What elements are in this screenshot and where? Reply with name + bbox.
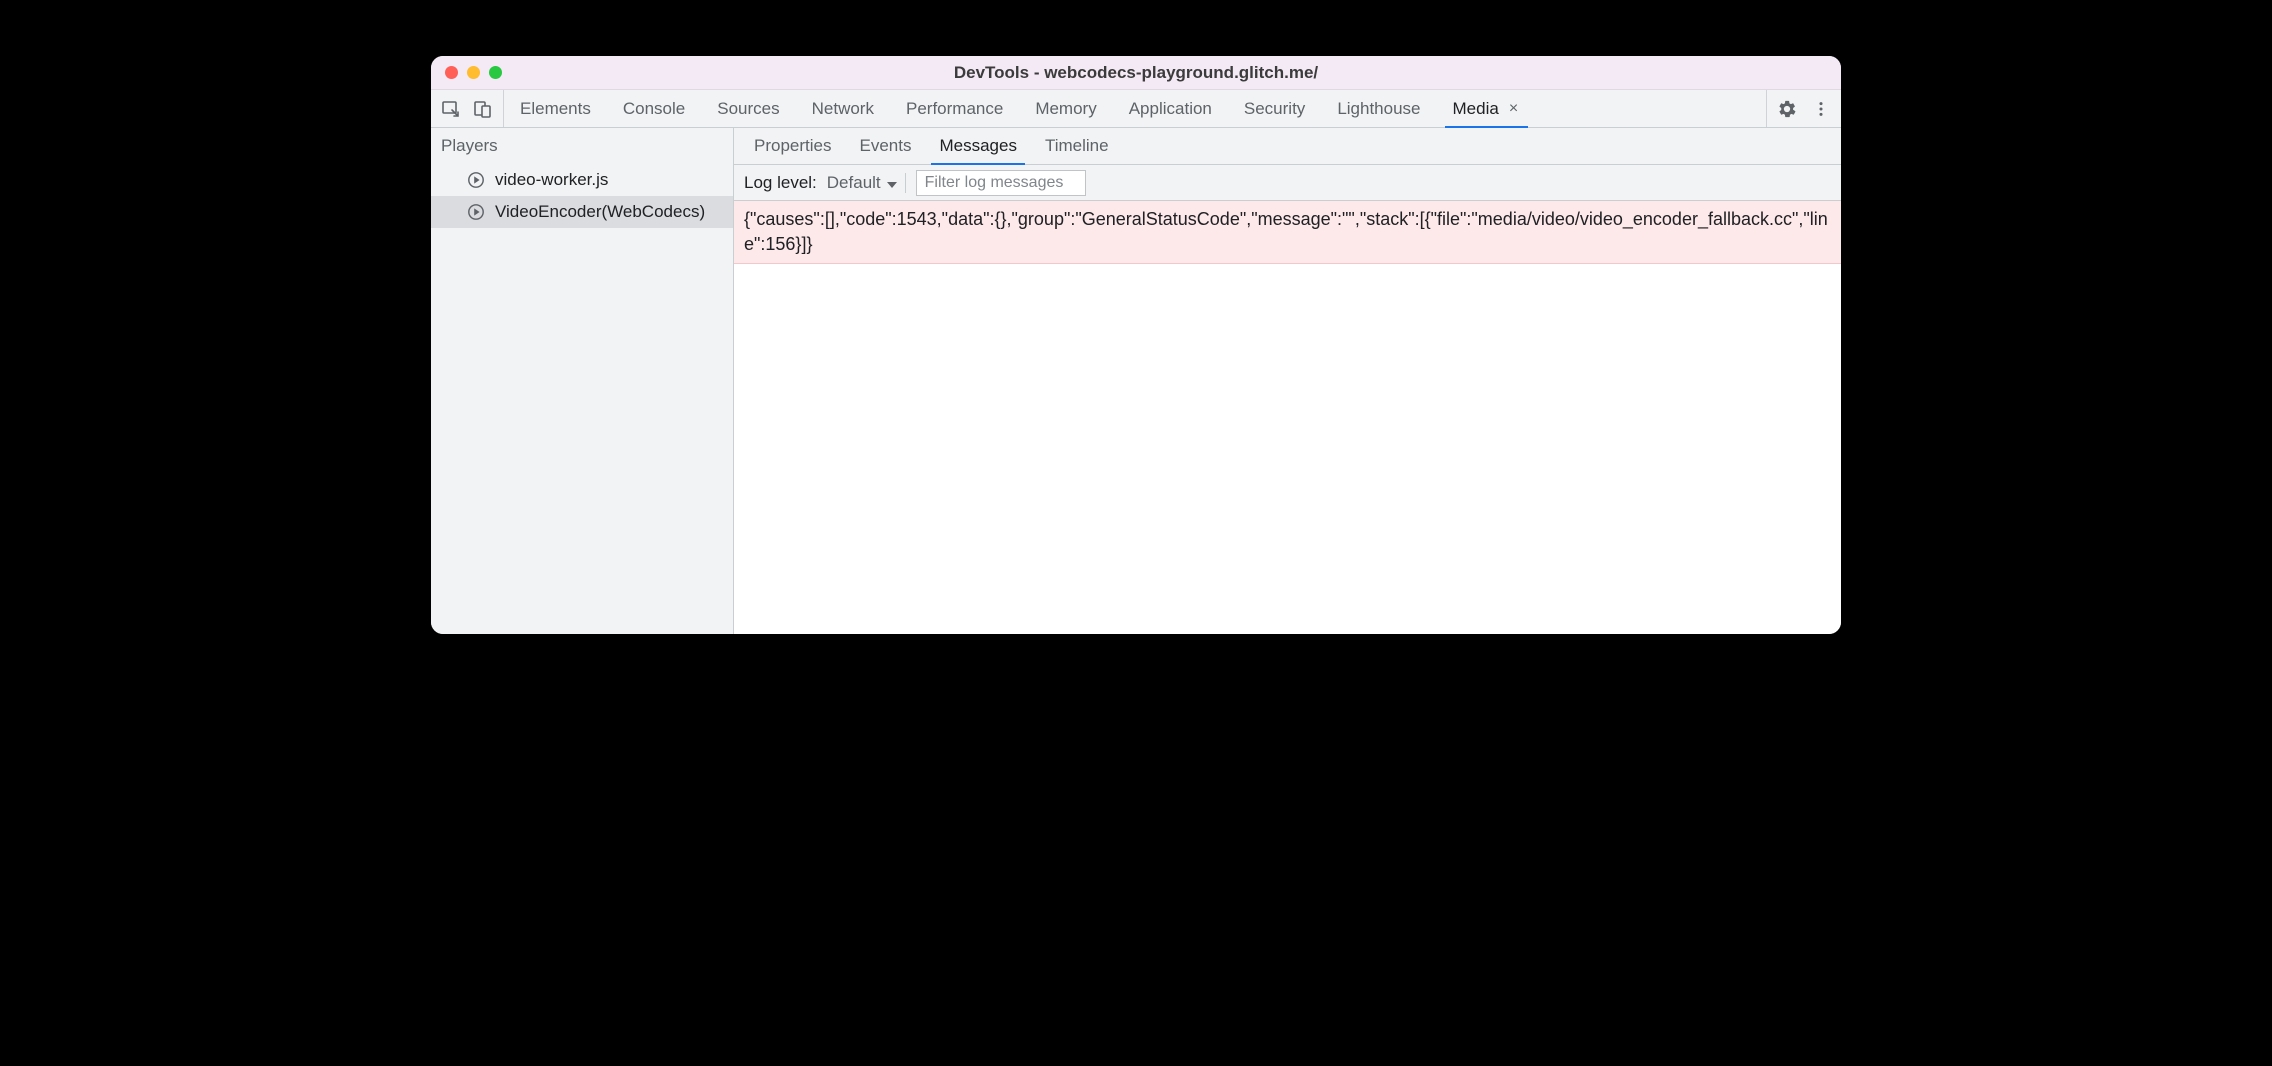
tab-application[interactable]: Application <box>1113 90 1228 127</box>
media-subtabs: PropertiesEventsMessagesTimeline <box>734 128 1841 165</box>
player-label: VideoEncoder(WebCodecs) <box>495 202 705 222</box>
tab-lighthouse[interactable]: Lighthouse <box>1321 90 1436 127</box>
loglevel-select[interactable]: Default <box>827 173 906 193</box>
tab-network[interactable]: Network <box>796 90 890 127</box>
tab-label: Sources <box>717 99 779 119</box>
players-sidebar: Players video-worker.js VideoEncoder(WebC… <box>431 128 734 634</box>
tab-label: Memory <box>1035 99 1096 119</box>
tab-label: Security <box>1244 99 1305 119</box>
body: Players video-worker.js VideoEncoder(WebC… <box>431 128 1841 634</box>
messages-list: {"causes":[],"code":1543,"data":{},"grou… <box>734 201 1841 634</box>
subtab-timeline[interactable]: Timeline <box>1031 128 1123 164</box>
zoom-window-button[interactable] <box>489 66 502 79</box>
chevron-down-icon <box>887 173 897 193</box>
close-window-button[interactable] <box>445 66 458 79</box>
players-header: Players <box>431 128 733 164</box>
subtab-properties[interactable]: Properties <box>740 128 845 164</box>
tab-console[interactable]: Console <box>607 90 701 127</box>
filter-bar: Log level: Default <box>734 165 1841 201</box>
main-panel: PropertiesEventsMessagesTimeline Log lev… <box>734 128 1841 634</box>
filter-input[interactable] <box>916 170 1086 196</box>
tab-memory[interactable]: Memory <box>1019 90 1112 127</box>
devtools-window: DevTools - webcodecs-playground.glitch.m… <box>431 56 1841 634</box>
main-tabs: Elements Console Sources Network Performance… <box>504 90 1766 127</box>
traffic-lights <box>445 66 502 79</box>
tab-sources[interactable]: Sources <box>701 90 795 127</box>
player-item[interactable]: VideoEncoder(WebCodecs) <box>431 196 733 228</box>
window-title: DevTools - webcodecs-playground.glitch.m… <box>431 63 1841 83</box>
tab-label: Console <box>623 99 685 119</box>
tab-elements[interactable]: Elements <box>504 90 607 127</box>
tab-security[interactable]: Security <box>1228 90 1321 127</box>
tab-label: Performance <box>906 99 1003 119</box>
more-options-icon[interactable] <box>1811 99 1831 119</box>
minimize-window-button[interactable] <box>467 66 480 79</box>
settings-icon[interactable] <box>1777 99 1797 119</box>
subtab-events[interactable]: Events <box>845 128 925 164</box>
device-toggle-icon[interactable] <box>473 99 493 119</box>
main-toolbar: Elements Console Sources Network Performance… <box>431 90 1841 128</box>
play-icon <box>467 171 485 189</box>
log-message[interactable]: {"causes":[],"code":1543,"data":{},"grou… <box>734 201 1841 264</box>
tab-label: Network <box>812 99 874 119</box>
tab-performance[interactable]: Performance <box>890 90 1019 127</box>
titlebar: DevTools - webcodecs-playground.glitch.m… <box>431 56 1841 90</box>
players-list: video-worker.js VideoEncoder(WebCodecs) <box>431 164 733 228</box>
player-label: video-worker.js <box>495 170 608 190</box>
tab-media[interactable]: Media × <box>1437 90 1537 127</box>
tab-label: Media <box>1453 99 1499 119</box>
player-item[interactable]: video-worker.js <box>431 164 733 196</box>
close-icon[interactable]: × <box>1507 100 1520 118</box>
toolbar-right <box>1766 90 1841 127</box>
tab-label: Application <box>1129 99 1212 119</box>
play-icon <box>467 203 485 221</box>
loglevel-label: Log level: <box>744 173 817 193</box>
tab-label: Elements <box>520 99 591 119</box>
subtab-messages[interactable]: Messages <box>925 128 1030 164</box>
toolbar-left <box>431 90 504 127</box>
inspect-element-icon[interactable] <box>441 99 461 119</box>
tab-label: Lighthouse <box>1337 99 1420 119</box>
loglevel-value: Default <box>827 173 881 193</box>
